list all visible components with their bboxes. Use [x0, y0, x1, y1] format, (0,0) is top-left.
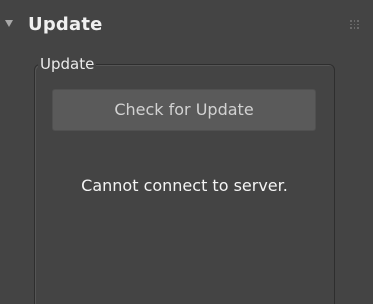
drag-grip-icon[interactable] — [350, 20, 359, 29]
group-label: Update — [38, 54, 97, 74]
collapse-arrow-icon[interactable] — [5, 20, 13, 27]
rollout-title[interactable]: Update — [28, 14, 103, 35]
check-for-update-button[interactable]: Check for Update — [52, 89, 316, 131]
status-message: Cannot connect to server. — [81, 176, 288, 195]
update-panel: Update Update Check for Update Cannot co… — [0, 0, 373, 304]
rollout-header[interactable]: Update — [0, 12, 373, 42]
